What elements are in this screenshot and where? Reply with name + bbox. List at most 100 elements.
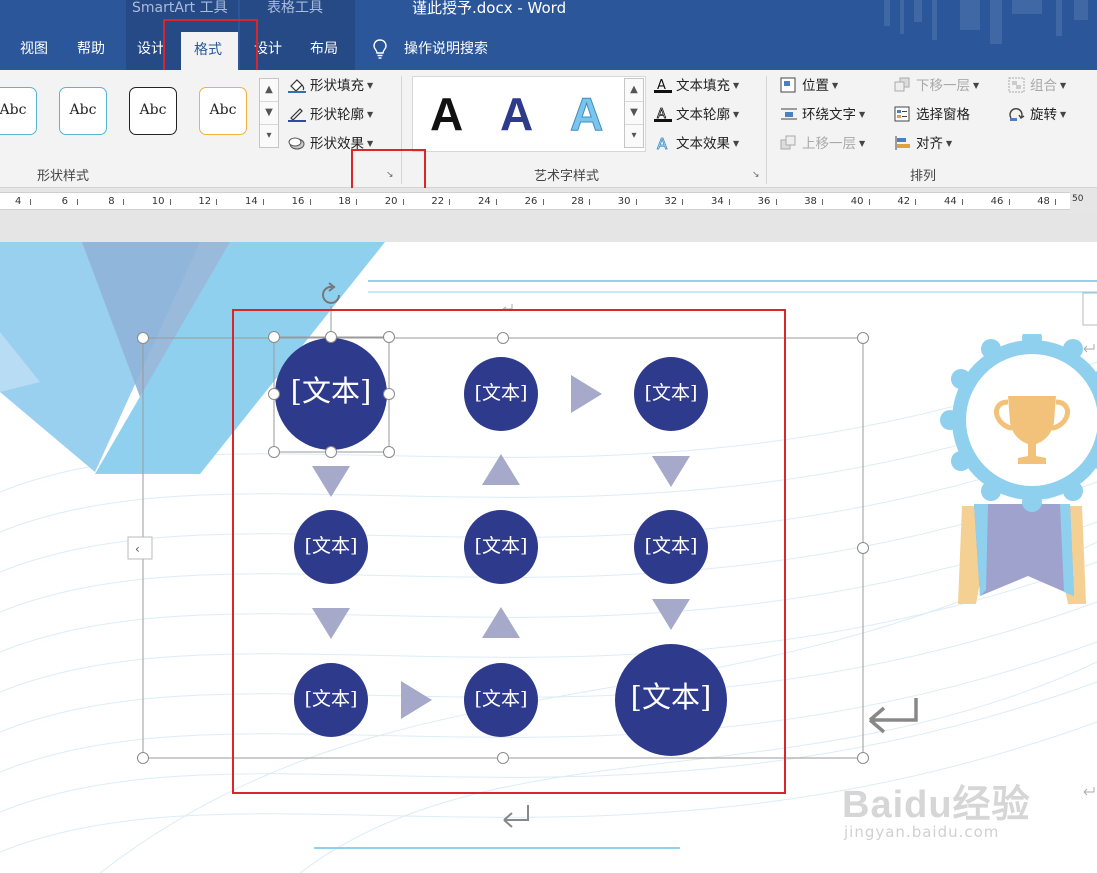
ruler-tick-mark [868,199,870,205]
gallery-up-icon[interactable]: ▲ [260,79,278,102]
shape-effects-icon [288,137,305,150]
ruler-tick-mark [775,199,777,205]
shape-style-thumb[interactable]: Abc [0,87,37,135]
wordart-gallery-scroll[interactable]: ▲ ▼ ▾ [624,78,644,148]
ruler-tick-mark [169,199,171,205]
ruler-tick-label: 16 [291,196,305,207]
ruler-end-label: 50 [1072,194,1084,204]
shape-style-thumb[interactable]: Abc [129,87,177,135]
gallery-more-icon[interactable]: ▾ [260,125,278,148]
wordart-style-lightblue[interactable]: A [569,87,603,141]
ruler-tick-label: 22 [431,196,445,207]
ruler-tick-label: 32 [664,196,678,207]
chevron-down-icon: ▼ [1060,110,1067,119]
ruler-tick-mark [123,199,125,205]
chevron-down-icon: ▼ [946,139,953,148]
shape-outline-button[interactable]: 形状轮廓 ▼ [288,105,373,125]
chevron-down-icon: ▼ [367,81,374,90]
chevron-down-icon: ▼ [367,110,374,119]
text-outline-button[interactable]: A 文本轮廓 ▼ [654,105,739,125]
tab-help[interactable]: 帮助 [77,38,105,58]
ruler-tick-mark [449,199,451,205]
gallery-more-icon[interactable]: ▾ [625,125,643,148]
resize-handle[interactable] [137,752,149,764]
table-tools-label: 表格工具 [267,0,323,16]
resize-handle[interactable] [857,542,869,554]
watermark-sub: jingyan.baidu.com [844,823,1000,841]
tab-layout[interactable]: 布局 [310,38,338,58]
ruler-tick-label: 10 [151,196,165,207]
resize-handle[interactable] [137,332,149,344]
tab-smartart-design[interactable]: 设计 [137,38,165,58]
text-outline-icon: A [654,107,672,122]
ruler-tick-label: 42 [897,196,911,207]
title-decoration [960,0,980,30]
title-decoration [932,0,937,40]
title-decoration [1012,0,1042,14]
shape-style-gallery-scroll[interactable]: ▲ ▼ ▾ [259,78,279,148]
group-button[interactable]: 组合 ▼ [1008,76,1066,96]
title-decoration [900,0,904,34]
tab-view[interactable]: 视图 [20,38,48,58]
tab-table-design[interactable]: 设计 [254,38,282,58]
resize-handle[interactable] [857,332,869,344]
chevron-down-icon: ▼ [733,139,740,148]
gallery-down-icon[interactable]: ▼ [625,102,643,125]
ruler-tick-label: 30 [617,196,631,207]
tell-me-search[interactable]: 操作说明搜索 [404,38,488,58]
ruler-tick-label: 34 [711,196,724,207]
rotate-button[interactable]: 旋转 ▼ [1008,105,1066,125]
wordart-style-black[interactable]: A [430,87,463,141]
shape-style-thumb[interactable]: Abc [59,87,107,135]
text-effects-button[interactable]: A 文本效果 ▼ [654,134,740,154]
ruler-tick-label: 26 [524,196,538,207]
chevron-down-icon: ▼ [832,81,839,90]
rotate-icon [1009,108,1025,121]
ruler-tick-mark [729,199,730,205]
ruler-tick-mark [822,199,824,205]
paint-bucket-icon [288,79,306,93]
ruler-tick-mark [216,199,218,205]
chevron-down-icon: ▼ [859,139,866,148]
ruler-tick-mark [263,199,264,205]
wordart-gallery[interactable]: A A A [412,76,646,152]
send-backward-button[interactable]: 下移一层 ▼ [894,76,979,96]
pen-icon [288,108,306,122]
selection-pane-button[interactable]: 选择窗格 [894,105,970,125]
ruler-tick-label: 20 [384,196,398,207]
title-decoration [884,0,890,26]
bring-forward-button[interactable]: 上移一层 ▼ [780,134,865,154]
position-button[interactable]: 位置 ▼ [780,76,838,96]
horizontal-ruler[interactable]: 4 6 8 10 12 14 16 18 20 22 24 26 28 30 32 34 36 38 40 42 44 4… [0,192,1070,210]
ruler-tick-mark [402,199,404,205]
chevron-down-icon: ▼ [973,81,980,90]
resize-handle[interactable] [857,752,869,764]
gallery-down-icon[interactable]: ▼ [260,102,278,125]
ruler-tick-label: 28 [571,196,584,207]
shape-styles-group-label: 形状样式 [37,169,90,184]
ruler-tick-mark [915,199,917,205]
lightbulb-icon [373,39,387,59]
ruler-tick-label: 44 [944,196,957,207]
ribbon: Abc Abc Abc Abc ▲ ▼ ▾ 形状填充 ▼ 形状轮廓 ▼ 形状效果 ▼ … [0,70,1097,188]
baidu-watermark: Baidu经验 jingyan.baidu.com [842,773,1042,853]
chevron-down-icon: ▼ [733,110,740,119]
shape-style-thumb[interactable]: Abc [199,87,247,135]
ruler-tick-label: 14 [245,196,258,207]
paragraph-mark-icon [868,698,918,734]
ruler-tick-label: 40 [850,196,864,207]
ruler-tick-mark [496,199,497,205]
align-button[interactable]: 对齐 ▼ [894,134,952,154]
watermark-main: Baidu经验 [842,784,1031,826]
title-decoration [1056,0,1062,36]
wordart-style-blue[interactable]: A [500,87,533,141]
shape-fill-button[interactable]: 形状填充 ▼ [288,76,373,96]
page-gap [0,214,1097,242]
chevron-down-icon: ▼ [367,139,374,148]
wrap-text-button[interactable]: 环绕文字 ▼ [780,105,865,125]
text-fill-button[interactable]: A 文本填充 ▼ [654,76,739,96]
wordart-dialog-launcher-icon[interactable]: ↘ [752,170,762,180]
gallery-up-icon[interactable]: ▲ [625,79,643,102]
paragraph-mark-icon [1083,344,1095,353]
ruler-tick-label: 36 [757,196,771,207]
